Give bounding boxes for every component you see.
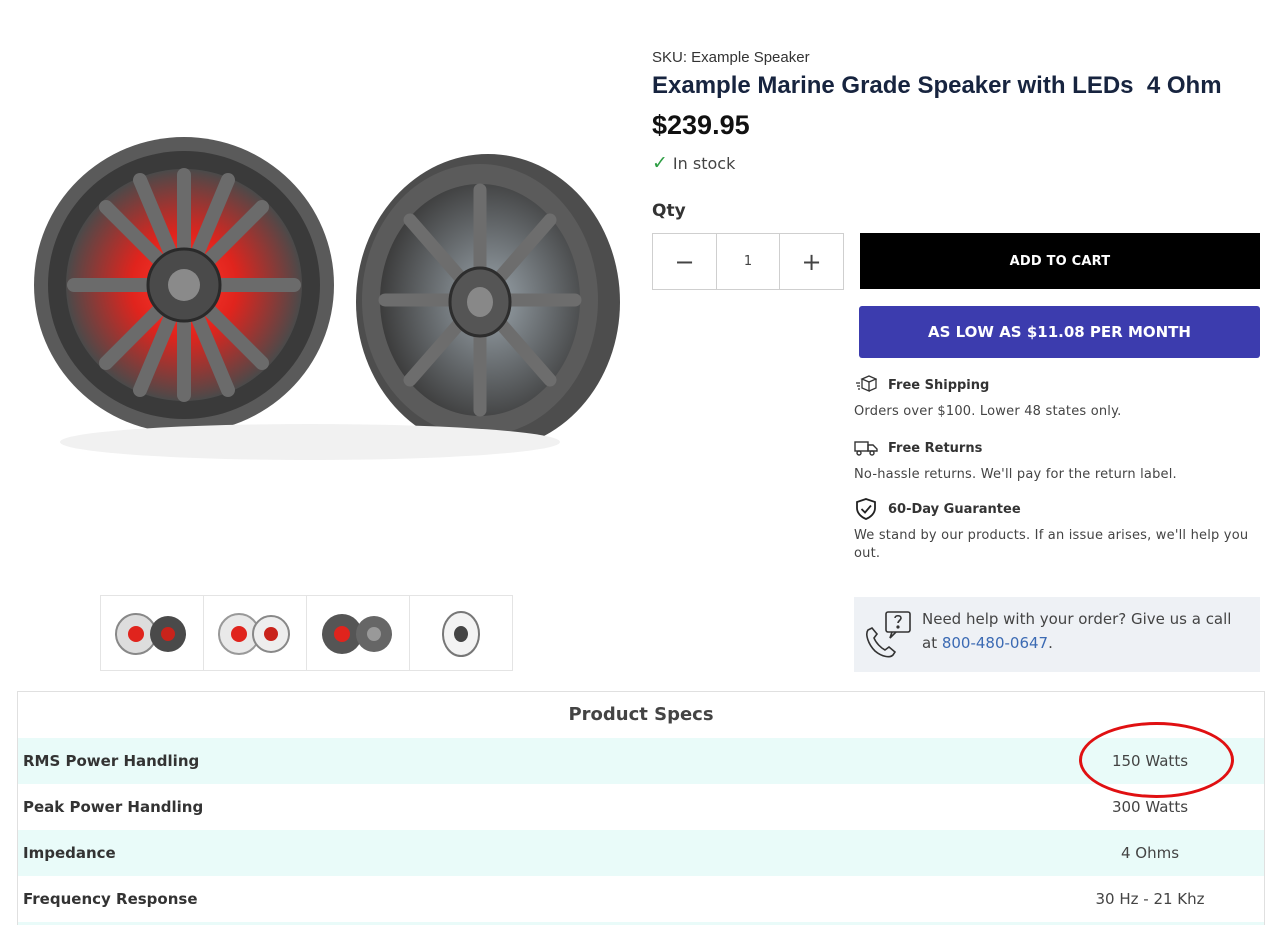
perk-description: Orders over $100. Lower 48 states only. bbox=[854, 404, 1122, 419]
financing-button[interactable]: AS LOW AS $11.08 PER MONTH bbox=[859, 306, 1260, 358]
spec-row: RMS Power Handling 150 Watts bbox=[18, 738, 1264, 784]
quantity-stepper: − 1 + bbox=[652, 233, 844, 290]
increase-qty-button[interactable]: + bbox=[780, 234, 843, 289]
minus-icon: − bbox=[674, 247, 695, 276]
thumbnail-4[interactable] bbox=[409, 595, 513, 671]
spec-value: 4 Ohms bbox=[1120, 844, 1180, 862]
spec-value: 30 Hz - 21 Khz bbox=[1095, 890, 1205, 908]
perk-free-shipping: Free Shipping Orders over $100. Lower 48… bbox=[854, 374, 1264, 421]
perk-description: We stand by our products. If an issue ar… bbox=[854, 528, 1249, 561]
phone-link[interactable]: 800-480-0647 bbox=[942, 634, 1048, 652]
thumbnail-3[interactable] bbox=[306, 595, 410, 671]
plus-icon: + bbox=[801, 247, 822, 276]
checkmark-icon: ✓ bbox=[652, 152, 668, 174]
thumbnail-1[interactable] bbox=[100, 595, 204, 671]
spec-row: Peak Power Handling 300 Watts bbox=[18, 784, 1264, 830]
add-to-cart-button[interactable]: ADD TO CART bbox=[860, 233, 1260, 289]
thumbnail-strip bbox=[100, 595, 513, 671]
spec-label: Peak Power Handling bbox=[23, 798, 204, 816]
spec-label: RMS Power Handling bbox=[23, 752, 200, 770]
shield-check-icon bbox=[854, 498, 878, 520]
perk-description: No-hassle returns. We'll pay for the ret… bbox=[854, 467, 1177, 482]
qty-input[interactable]: 1 bbox=[716, 234, 780, 289]
stock-label: In stock bbox=[672, 153, 736, 173]
spec-value: 300 Watts bbox=[1111, 798, 1189, 816]
phone-question-icon bbox=[862, 610, 914, 660]
product-sku: SKU: Example Speaker bbox=[652, 49, 810, 66]
perk-guarantee: 60-Day Guarantee We stand by our product… bbox=[854, 498, 1264, 563]
product-specs-table: Product Specs RMS Power Handling 150 Wat… bbox=[17, 691, 1265, 925]
decrease-qty-button[interactable]: − bbox=[653, 234, 716, 289]
qty-label: Qty bbox=[652, 201, 686, 221]
product-price: $239.95 bbox=[652, 110, 750, 140]
perk-title: 60-Day Guarantee bbox=[888, 501, 1021, 517]
spec-row: Frequency Response 30 Hz - 21 Khz bbox=[18, 876, 1264, 922]
perk-free-returns: Free Returns No-hassle returns. We'll pa… bbox=[854, 437, 1264, 484]
help-box: Need help with your order? Give us a cal… bbox=[854, 597, 1260, 672]
stock-status: ✓ In stock bbox=[652, 152, 735, 174]
spec-value: 150 Watts bbox=[1111, 752, 1189, 770]
truck-icon bbox=[854, 437, 878, 459]
product-title: Example Marine Grade Speaker with LEDs 4… bbox=[652, 72, 1222, 99]
spec-row: Impedance 4 Ohms bbox=[18, 830, 1264, 876]
specs-title: Product Specs bbox=[568, 704, 714, 725]
spec-label: Impedance bbox=[23, 844, 116, 862]
help-text: Need help with your order? Give us a cal… bbox=[922, 610, 1232, 652]
spec-label: Frequency Response bbox=[23, 890, 198, 908]
product-main-image[interactable] bbox=[10, 130, 625, 530]
perk-title: Free Returns bbox=[888, 440, 983, 456]
thumbnail-2[interactable] bbox=[203, 595, 307, 671]
box-icon bbox=[854, 374, 878, 396]
perk-title: Free Shipping bbox=[888, 377, 990, 393]
